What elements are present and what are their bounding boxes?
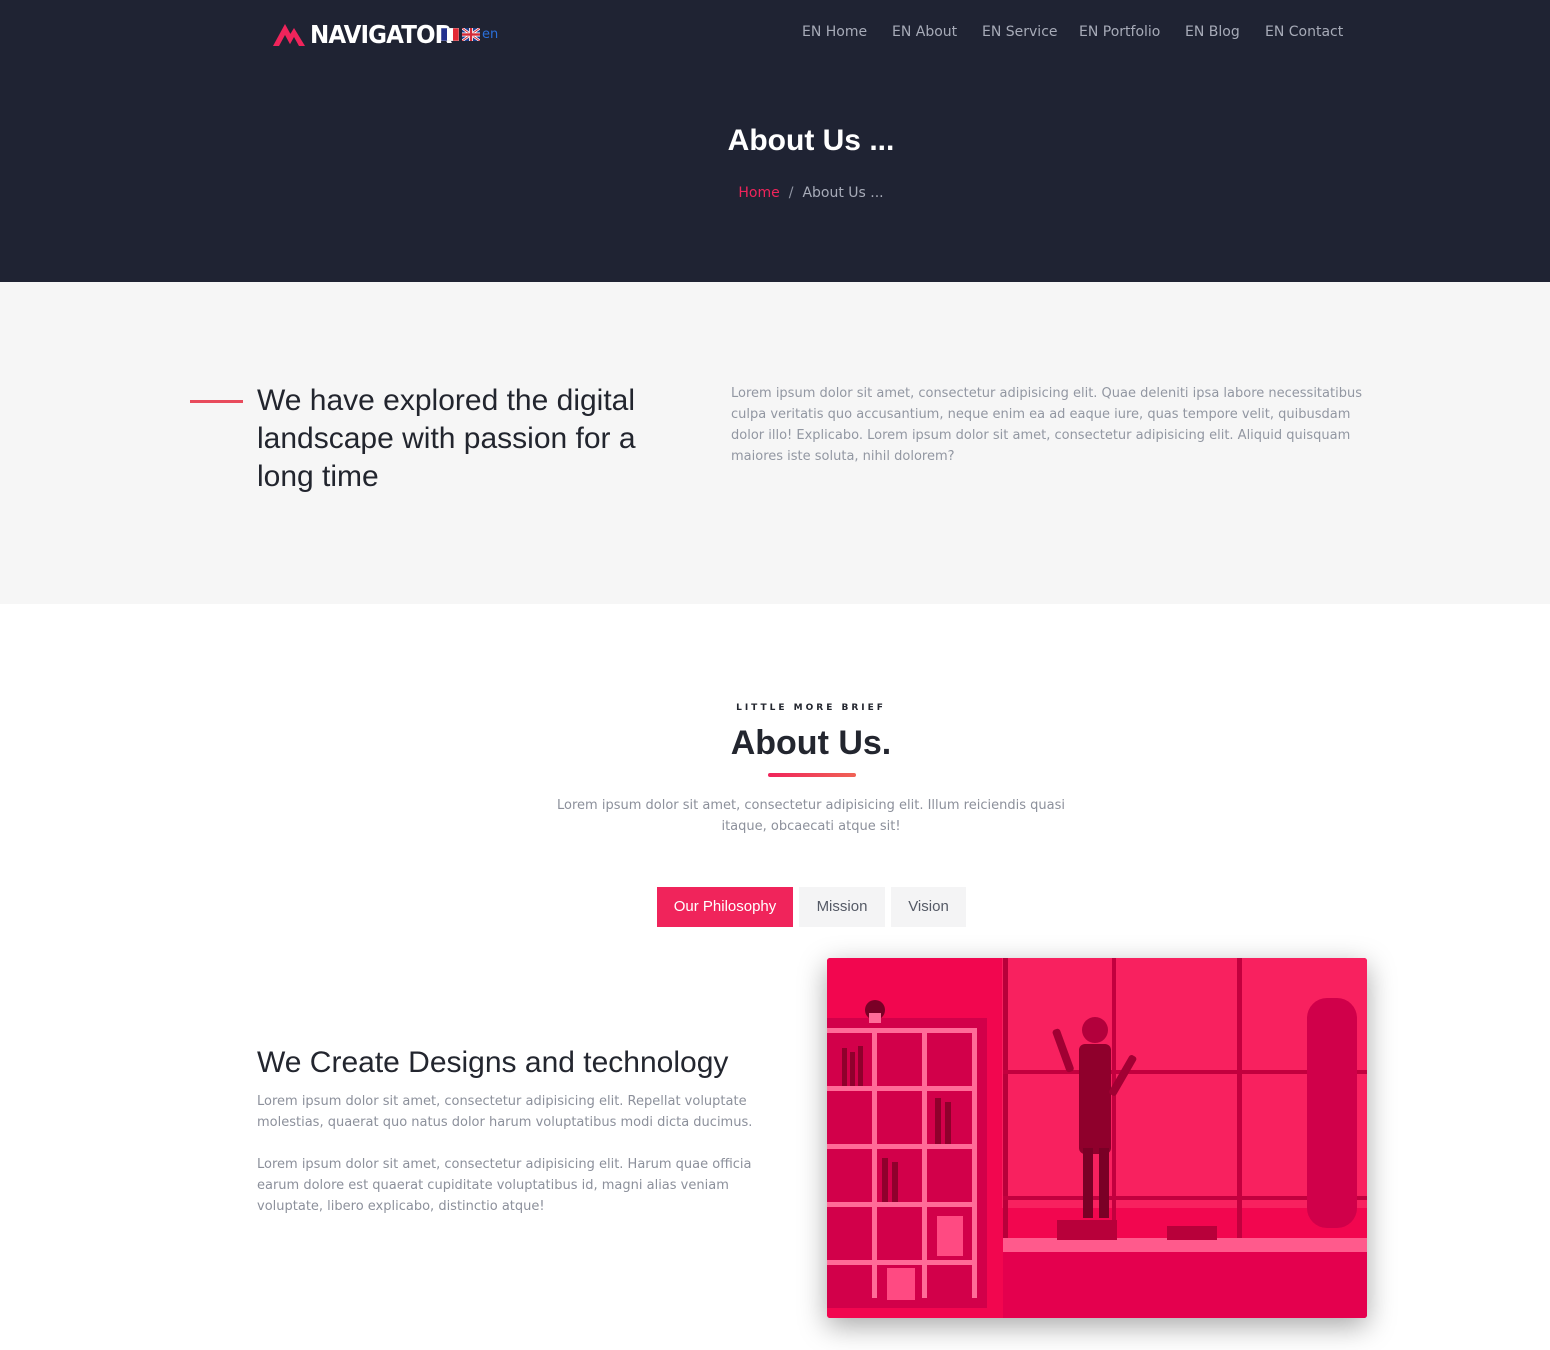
breadcrumb: Home / About Us ... (0, 185, 1550, 201)
content-paragraph: Lorem ipsum dolor sit amet, consectetur … (257, 1157, 752, 1214)
logo[interactable]: NAVIGATOR (273, 18, 464, 50)
language-code[interactable]: en (482, 27, 498, 42)
flag-fr-icon[interactable] (441, 28, 459, 41)
language-switcher[interactable]: en (441, 27, 498, 42)
content-title: We Create Designs and technology (257, 1046, 729, 1079)
title-underline (768, 773, 856, 777)
intro-heading: We have explored the digital landscape w… (257, 384, 636, 493)
content-paragraph: Lorem ipsum dolor sit amet, consectetur … (257, 1094, 753, 1130)
breadcrumb-separator: / (788, 185, 794, 201)
breadcrumb-home-link[interactable]: Home (738, 185, 779, 201)
breadcrumb-current: About Us ... (802, 185, 884, 201)
intro-accent-line (190, 400, 243, 403)
intro-text: Lorem ipsum dolor sit amet, consectetur … (731, 386, 1362, 464)
hero-header: NAVIGATOR en EN Home EN About EN Service… (0, 0, 1550, 282)
nav-about[interactable]: EN About (892, 24, 957, 40)
section-title: About Us. (730, 724, 892, 762)
nav-home[interactable]: EN Home (802, 24, 867, 40)
page-title: About Us ... (727, 124, 895, 157)
intro-section: We have explored the digital landscape w… (0, 282, 1550, 604)
office-photo (827, 958, 1367, 1318)
tab-mission[interactable]: Mission (799, 887, 885, 927)
flag-uk-icon[interactable] (462, 28, 480, 41)
logo-text: NAVIGATOR (310, 19, 452, 49)
nav-blog[interactable]: EN Blog (1185, 24, 1240, 40)
tab-our-philosophy[interactable]: Our Philosophy (657, 887, 793, 927)
nav-contact[interactable]: EN Contact (1265, 24, 1343, 40)
office-photo-illustration (827, 958, 1367, 1318)
nav-portfolio[interactable]: EN Portfolio (1079, 24, 1160, 40)
section-description: Lorem ipsum dolor sit amet, consectetur … (557, 798, 1065, 834)
tab-vision[interactable]: Vision (891, 887, 966, 927)
logo-mountain-icon (273, 24, 305, 46)
section-tagline: LITTLE MORE BRIEF (736, 703, 886, 713)
nav-service[interactable]: EN Service (982, 24, 1058, 40)
